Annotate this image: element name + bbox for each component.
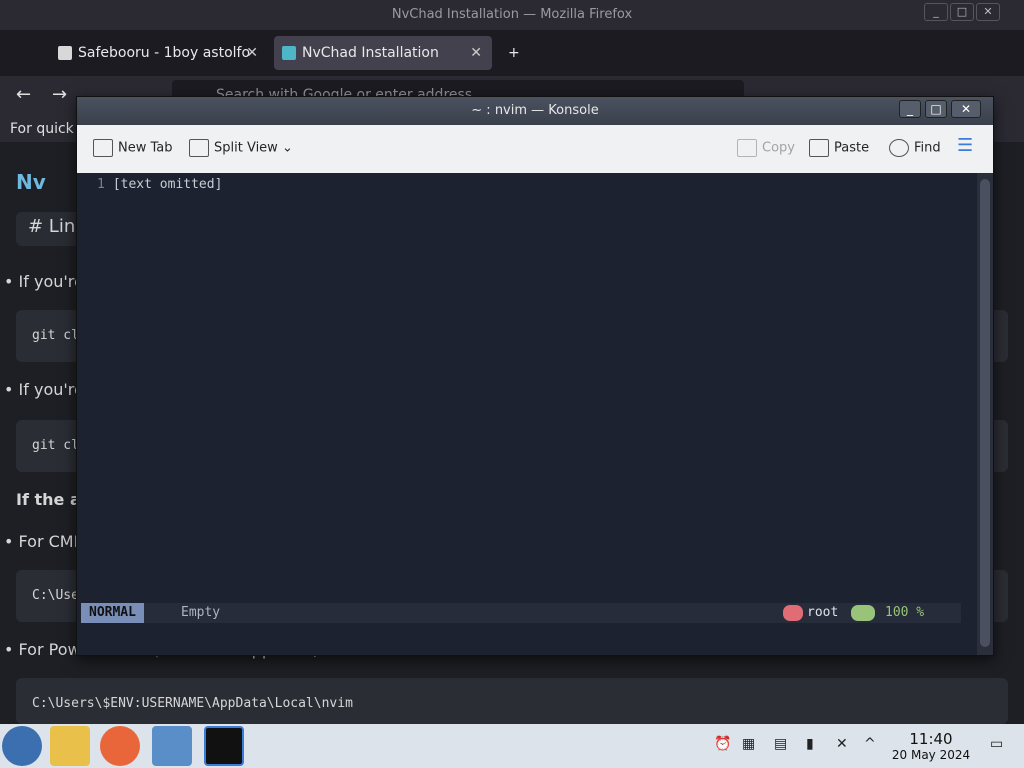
scroll-percent: 100 % (885, 605, 925, 620)
maximize-button[interactable]: □ (925, 100, 947, 118)
chevron-up-icon[interactable]: ^ (864, 736, 876, 752)
close-tab-icon[interactable]: ✕ (470, 36, 482, 70)
clock-date: 20 May 2024 (891, 748, 971, 762)
start-menu-icon[interactable] (2, 726, 42, 766)
hamburger-menu-icon[interactable]: ☰ (957, 135, 973, 156)
show-desktop-icon[interactable]: ▭ (990, 736, 1003, 752)
tab-favicon-icon (282, 46, 296, 60)
minimize-button[interactable]: _ (924, 3, 948, 21)
notifications-icon[interactable]: ⏰ (714, 736, 731, 752)
new-tab-button[interactable]: + (500, 36, 530, 70)
split-view-icon (189, 139, 209, 157)
system-settings-icon[interactable] (152, 726, 192, 766)
taskbar: ⏰ ▦ ▤ ▮ ✕ ^ 11:40 20 May 2024 ▭ (0, 724, 1024, 768)
konsole-titlebar: ~ : nvim — Konsole _ □ ✕ (77, 97, 993, 125)
find-button[interactable]: Find (889, 139, 941, 157)
tab-safebooru[interactable]: Safebooru - 1boy astolfo ✕ (50, 36, 268, 70)
clipboard-icon[interactable]: ▤ (774, 736, 787, 752)
battery-icon[interactable]: ▮ (806, 736, 814, 752)
copy-icon (737, 139, 757, 157)
bullet: • If you're (4, 272, 84, 291)
maximize-button[interactable]: □ (950, 3, 974, 21)
back-icon[interactable]: ← (16, 84, 31, 105)
forward-icon[interactable]: → (52, 84, 67, 105)
line-number: 1 (97, 177, 105, 192)
firefox-icon[interactable] (100, 726, 140, 766)
clock-time: 11:40 (909, 730, 953, 748)
tab-label: NvChad Installation (302, 45, 439, 61)
nvim-statusline: NORMAL Empty root 100 % (81, 603, 961, 623)
tab-label: Safebooru - 1boy astolfo (78, 45, 251, 61)
terminal-area[interactable]: 1 [text omitted] NORMAL Empty root 100 % (77, 173, 977, 655)
clock[interactable]: 11:40 20 May 2024 (886, 730, 976, 762)
copy-button[interactable]: Copy (737, 139, 795, 157)
window-title: NvChad Installation — Mozilla Firefox (391, 7, 633, 22)
find-icon (889, 139, 909, 157)
buffer-line: 1 [text omitted] (97, 177, 222, 192)
konsole-taskbar-icon[interactable] (204, 726, 244, 766)
bullet: • If you're (4, 380, 84, 399)
position-badge-icon (851, 605, 875, 621)
konsole-toolbar: New Tab Split View ⌄ Copy Paste Find ☰ (77, 125, 993, 173)
close-button[interactable]: ✕ (951, 100, 981, 118)
tab-favicon-icon (58, 46, 72, 60)
firefox-tabbar: Safebooru - 1boy astolfo ✕ NvChad Instal… (0, 30, 1024, 76)
input-method-icon[interactable]: ▦ (742, 736, 755, 752)
close-tab-icon[interactable]: ✕ (246, 36, 258, 70)
paste-icon (809, 139, 829, 157)
close-button[interactable]: ✕ (976, 3, 1000, 21)
firefox-titlebar: NvChad Installation — Mozilla Firefox _ … (0, 0, 1024, 30)
file-manager-icon[interactable] (50, 726, 90, 766)
scrollbar-thumb[interactable] (980, 179, 990, 647)
line-text: [text omitted] (112, 177, 223, 192)
new-tab-button[interactable]: New Tab (93, 139, 173, 157)
bullet: • For CMD (4, 532, 86, 551)
split-view-button[interactable]: Split View ⌄ (189, 139, 293, 157)
mode-indicator: NORMAL (81, 603, 144, 623)
user-name: root (807, 605, 839, 620)
konsole-title: ~ : nvim — Konsole (471, 103, 599, 118)
paste-button[interactable]: Paste (809, 139, 869, 157)
konsole-window: ~ : nvim — Konsole _ □ ✕ New Tab Split V… (76, 96, 994, 656)
site-logo: Nv (16, 170, 46, 194)
user-badge-icon (783, 605, 803, 621)
new-tab-icon (93, 139, 113, 157)
file-name: Empty (181, 605, 221, 620)
volume-muted-icon[interactable]: ✕ (836, 736, 848, 752)
scrollbar[interactable] (977, 173, 993, 655)
minimize-button[interactable]: _ (899, 100, 921, 118)
code-block: C:\Users\$ENV:USERNAME\AppData\Local\nvi… (16, 678, 1008, 724)
tab-nvchad[interactable]: NvChad Installation ✕ (274, 36, 492, 70)
